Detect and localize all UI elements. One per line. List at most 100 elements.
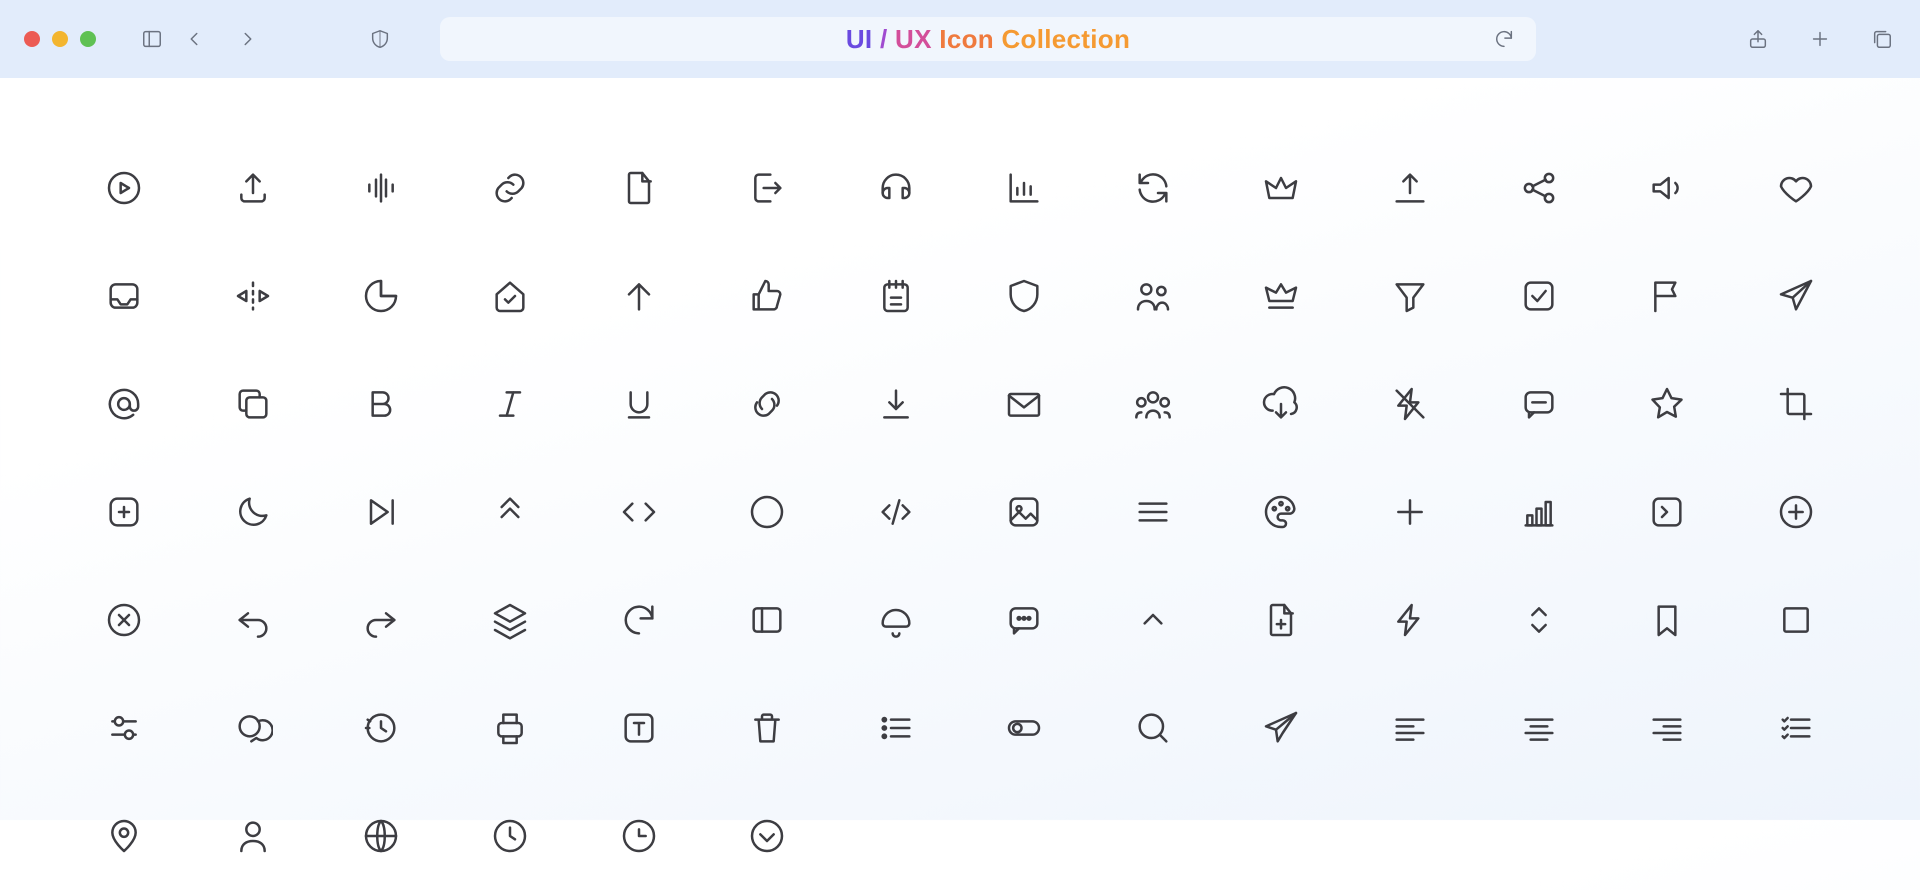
map-pin-icon	[102, 814, 146, 858]
share-nodes-icon	[1517, 166, 1561, 210]
page-title: UI / UX Icon Collection	[846, 24, 1130, 55]
user-icon	[231, 814, 275, 858]
code-icon	[617, 490, 661, 534]
stop-icon	[1774, 598, 1818, 642]
home-check-icon	[488, 274, 532, 318]
palette-icon	[1259, 490, 1303, 534]
at-sign-icon	[102, 382, 146, 426]
underline-icon	[617, 382, 661, 426]
history-icon	[359, 706, 403, 750]
window-controls	[24, 31, 96, 47]
file-icon	[617, 166, 661, 210]
trash-icon	[745, 706, 789, 750]
funnel-icon	[1388, 274, 1432, 318]
notepad-icon	[874, 274, 918, 318]
sliders-icon	[102, 706, 146, 750]
play-circle-icon	[102, 166, 146, 210]
message-icon	[1517, 382, 1561, 426]
redo-icon	[359, 598, 403, 642]
sidebar-toggle-icon[interactable]	[138, 25, 166, 53]
pie-chart-icon	[359, 274, 403, 318]
heart-icon	[1774, 166, 1818, 210]
back-button[interactable]	[180, 25, 208, 53]
arrow-up-icon	[617, 274, 661, 318]
headphones-icon	[874, 166, 918, 210]
share-icon[interactable]	[1744, 25, 1772, 53]
download-icon	[874, 382, 918, 426]
align-center-icon	[1517, 706, 1561, 750]
forward-button[interactable]	[234, 25, 262, 53]
sort-vertical-icon	[1517, 598, 1561, 642]
undo-icon	[231, 598, 275, 642]
thumbs-up-icon	[745, 274, 789, 318]
copy-icon	[231, 382, 275, 426]
mail-icon	[1002, 382, 1046, 426]
cloud-download-icon	[1259, 382, 1303, 426]
printer-icon	[488, 706, 532, 750]
crown-underline-icon	[1259, 274, 1303, 318]
plus-circle-icon	[1774, 490, 1818, 534]
refresh-icon	[1131, 166, 1175, 210]
sidebar-left-icon	[745, 598, 789, 642]
plus-icon	[1388, 490, 1432, 534]
list-icon	[874, 706, 918, 750]
exit-icon	[745, 166, 789, 210]
bookmark-icon	[1645, 598, 1689, 642]
bold-icon	[359, 382, 403, 426]
minimize-button[interactable]	[52, 31, 68, 47]
add-square-icon	[102, 490, 146, 534]
terminal-icon	[1645, 490, 1689, 534]
chat-icon	[231, 706, 275, 750]
audio-waveform-icon	[359, 166, 403, 210]
send-icon	[1774, 274, 1818, 318]
checklist-icon	[1774, 706, 1818, 750]
chevron-down-circle-icon	[745, 814, 789, 858]
volume-icon	[1645, 166, 1689, 210]
moon-icon	[231, 490, 275, 534]
shield-icon	[1002, 274, 1046, 318]
bar-chart-icon	[1002, 166, 1046, 210]
crown-icon	[1259, 166, 1303, 210]
group-icon	[1131, 382, 1175, 426]
layers-icon	[488, 598, 532, 642]
users-icon	[1131, 274, 1175, 318]
link-icon	[488, 166, 532, 210]
mirror-horizontal-icon	[231, 274, 275, 318]
globe-icon	[359, 814, 403, 858]
upload-alt-icon	[1388, 166, 1432, 210]
upload-icon	[231, 166, 275, 210]
flash-off-icon	[1388, 382, 1432, 426]
file-plus-icon	[1259, 598, 1303, 642]
skip-forward-icon	[359, 490, 403, 534]
clock-alt-icon	[617, 814, 661, 858]
new-tab-icon[interactable]	[1806, 25, 1834, 53]
reload-icon[interactable]	[1490, 25, 1518, 53]
align-left-icon	[1388, 706, 1432, 750]
icon-grid	[0, 78, 1920, 890]
tab-overview-icon[interactable]	[1868, 25, 1896, 53]
star-icon	[1645, 382, 1689, 426]
bell-icon	[874, 598, 918, 642]
rotate-cw-icon	[617, 598, 661, 642]
chevrons-up-icon	[488, 490, 532, 534]
privacy-shield-icon[interactable]	[366, 25, 394, 53]
flag-icon	[1645, 274, 1689, 318]
align-right-icon	[1645, 706, 1689, 750]
browser-toolbar: UI / UX Icon Collection	[0, 0, 1920, 78]
x-circle-icon	[102, 598, 146, 642]
clock-icon	[488, 814, 532, 858]
message-dots-icon	[1002, 598, 1046, 642]
bolt-icon	[1388, 598, 1432, 642]
circle-icon	[745, 490, 789, 534]
zoom-button[interactable]	[80, 31, 96, 47]
crop-icon	[1774, 382, 1818, 426]
address-bar[interactable]: UI / UX Icon Collection	[440, 17, 1536, 61]
checkbox-icon	[1517, 274, 1561, 318]
text-box-icon	[617, 706, 661, 750]
menu-icon	[1131, 490, 1175, 534]
search-icon	[1131, 706, 1175, 750]
paper-plane-icon	[1259, 706, 1303, 750]
italic-icon	[488, 382, 532, 426]
close-button[interactable]	[24, 31, 40, 47]
code-slash-icon	[874, 490, 918, 534]
